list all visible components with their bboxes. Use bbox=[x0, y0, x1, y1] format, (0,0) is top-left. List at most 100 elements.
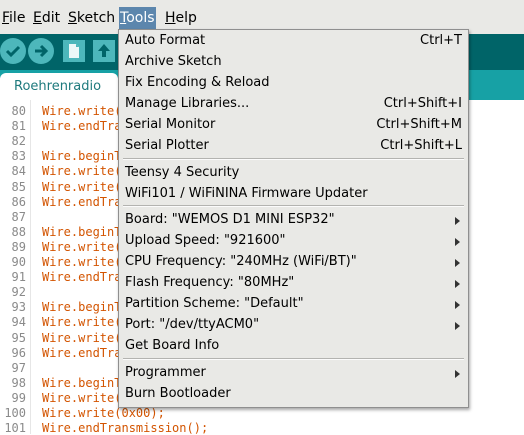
line-number: 98 bbox=[11, 375, 26, 390]
menu-item-shortcut: Ctrl+Shift+M bbox=[376, 117, 462, 132]
menu-item-teensy-4-security[interactable]: Teensy 4 Security bbox=[119, 163, 468, 184]
line-number: 99 bbox=[11, 390, 26, 405]
menu-tools[interactable]: Tools bbox=[119, 7, 156, 29]
menu-item-get-board-info[interactable]: Get Board Info bbox=[119, 336, 468, 357]
menu-item-programmer[interactable]: Programmer bbox=[119, 363, 468, 384]
line-number: 94 bbox=[11, 315, 26, 330]
menu-separator bbox=[123, 205, 464, 207]
menu-item-wifi101-wifinina-firmware-updater[interactable]: WiFi101 / WiFiNINA Firmware Updater bbox=[119, 184, 468, 205]
tab-label: Roehrenradio bbox=[14, 79, 102, 94]
menu-item-label: Archive Sketch bbox=[125, 54, 222, 69]
submenu-arrow-icon bbox=[455, 217, 460, 225]
line-number: 86 bbox=[11, 194, 26, 209]
menu-item-shortcut: Ctrl+T bbox=[420, 33, 462, 48]
code-line[interactable]: Wire.beginT bbox=[42, 149, 121, 163]
line-number: 85 bbox=[11, 179, 26, 194]
line-number: 80 bbox=[11, 104, 26, 118]
menu-separator bbox=[123, 158, 464, 160]
open-button[interactable] bbox=[93, 40, 115, 62]
menu-item-serial-monitor[interactable]: Serial Monitor Ctrl+Shift+M bbox=[119, 115, 468, 136]
line-number: 88 bbox=[11, 224, 26, 239]
code-line[interactable]: Wire.beginT bbox=[42, 376, 121, 390]
menu-item-label: Partition Scheme: "Default" bbox=[125, 296, 304, 311]
menu-sketch[interactable]: Sketch bbox=[68, 9, 115, 27]
line-number: 100 bbox=[4, 406, 26, 420]
line-number: 93 bbox=[11, 300, 26, 315]
gutter-divider bbox=[30, 100, 31, 434]
code-line[interactable]: Wire.beginT bbox=[42, 225, 121, 239]
code-line[interactable]: Wire.endTra bbox=[42, 119, 121, 133]
menu-help[interactable]: Help bbox=[165, 9, 197, 27]
line-number: 92 bbox=[11, 285, 26, 300]
menu-item-label: WiFi101 / WiFiNINA Firmware Updater bbox=[125, 186, 368, 201]
menu-item-shortcut: Ctrl+Shift+I bbox=[383, 96, 462, 111]
code-line[interactable]: Wire.write( bbox=[42, 240, 121, 254]
menu-item-label: Flash Frequency: "80MHz" bbox=[125, 275, 295, 290]
submenu-arrow-icon bbox=[455, 301, 460, 309]
menu-item-archive-sketch[interactable]: Archive Sketch bbox=[119, 52, 468, 73]
new-icon bbox=[69, 44, 79, 58]
code-line[interactable]: Wire.write( bbox=[42, 255, 121, 269]
code-line[interactable]: Wire.write( bbox=[42, 331, 121, 345]
menu-item-label: Programmer bbox=[125, 365, 206, 380]
menu-item-manage-libraries[interactable]: Manage Libraries... Ctrl+Shift+I bbox=[119, 94, 468, 115]
menu-item-label: Burn Bootloader bbox=[125, 386, 231, 401]
line-number: 96 bbox=[11, 345, 26, 360]
line-number: 89 bbox=[11, 239, 26, 254]
code-line[interactable]: Wire.endTra bbox=[42, 346, 121, 360]
submenu-arrow-icon bbox=[455, 280, 460, 288]
menu-item-label: Auto Format bbox=[125, 33, 206, 48]
menu-item-shortcut: Ctrl+Shift+L bbox=[380, 138, 462, 153]
line-number: 101 bbox=[4, 421, 26, 435]
line-number: 82 bbox=[11, 134, 26, 149]
tools-menu: Auto Format Ctrl+T Archive Sketch Fix Encod… bbox=[118, 29, 469, 408]
menu-item-burn-bootloader[interactable]: Burn Bootloader bbox=[119, 384, 468, 405]
code-line[interactable]: Wire.write( bbox=[42, 391, 121, 405]
code-line[interactable]: Wire.write( bbox=[42, 180, 121, 194]
menu-item-cpu-frequency-240mhz-wifi-bt[interactable]: CPU Frequency: "240MHz (WiFi/BT)" bbox=[119, 252, 468, 273]
line-number: 81 bbox=[11, 119, 26, 134]
code-line[interactable]: Wire.write( bbox=[42, 104, 121, 118]
submenu-arrow-icon bbox=[455, 238, 460, 246]
line-number: 87 bbox=[11, 209, 26, 224]
tab-roehrenradio[interactable]: Roehrenradio bbox=[0, 73, 118, 100]
menu-item-serial-plotter[interactable]: Serial Plotter Ctrl+Shift+L bbox=[119, 136, 468, 157]
menu-item-label: Get Board Info bbox=[125, 338, 220, 353]
submenu-arrow-icon bbox=[455, 370, 460, 378]
line-number: 90 bbox=[11, 255, 26, 269]
menu-item-port-dev-ttyacm0[interactable]: Port: "/dev/ttyACM0" bbox=[119, 315, 468, 336]
line-number: 83 bbox=[11, 149, 26, 164]
menu-edit[interactable]: Edit bbox=[33, 9, 60, 27]
menu-separator bbox=[123, 358, 464, 360]
submenu-arrow-icon bbox=[455, 259, 460, 267]
code-line[interactable]: Wire.endTransmission(); bbox=[42, 421, 208, 435]
code-line[interactable]: Wire.endTra bbox=[42, 270, 121, 284]
menu-item-label: Fix Encoding & Reload bbox=[125, 75, 270, 90]
menu-item-board-wemos-d1-mini-esp32[interactable]: Board: "WEMOS D1 MINI ESP32" bbox=[119, 210, 468, 231]
code-line[interactable]: Wire.write( bbox=[42, 164, 121, 178]
menu-item-fix-encoding-reload[interactable]: Fix Encoding & Reload bbox=[119, 73, 468, 94]
menu-item-auto-format[interactable]: Auto Format Ctrl+T bbox=[119, 31, 468, 52]
menu-item-label: Port: "/dev/ttyACM0" bbox=[125, 317, 260, 332]
code-line[interactable]: Wire.write(0x00); bbox=[42, 406, 165, 420]
menu-item-label: Upload Speed: "921600" bbox=[125, 233, 286, 248]
code-line[interactable]: Wire.endTra bbox=[42, 195, 121, 209]
menu-item-label: Serial Plotter bbox=[125, 138, 209, 153]
verify-icon bbox=[5, 45, 21, 58]
line-number: 97 bbox=[11, 360, 26, 375]
menu-item-partition-scheme-default[interactable]: Partition Scheme: "Default" bbox=[119, 294, 468, 315]
verify-button[interactable] bbox=[0, 38, 26, 64]
menu-item-label: Manage Libraries... bbox=[125, 96, 250, 111]
line-number: 84 bbox=[11, 164, 26, 179]
menu-item-upload-speed-921600[interactable]: Upload Speed: "921600" bbox=[119, 231, 468, 252]
submenu-arrow-icon bbox=[455, 322, 460, 330]
menu-file[interactable]: File bbox=[2, 9, 25, 27]
upload-icon bbox=[35, 44, 49, 58]
line-number: 91 bbox=[11, 270, 26, 285]
menu-item-label: Serial Monitor bbox=[125, 117, 216, 132]
code-line[interactable]: Wire.beginT bbox=[42, 300, 121, 314]
code-line[interactable]: Wire.write( bbox=[42, 315, 121, 329]
menu-item-flash-frequency-80mhz[interactable]: Flash Frequency: "80MHz" bbox=[119, 273, 468, 294]
new-button[interactable] bbox=[63, 40, 85, 62]
upload-button[interactable] bbox=[28, 38, 54, 64]
